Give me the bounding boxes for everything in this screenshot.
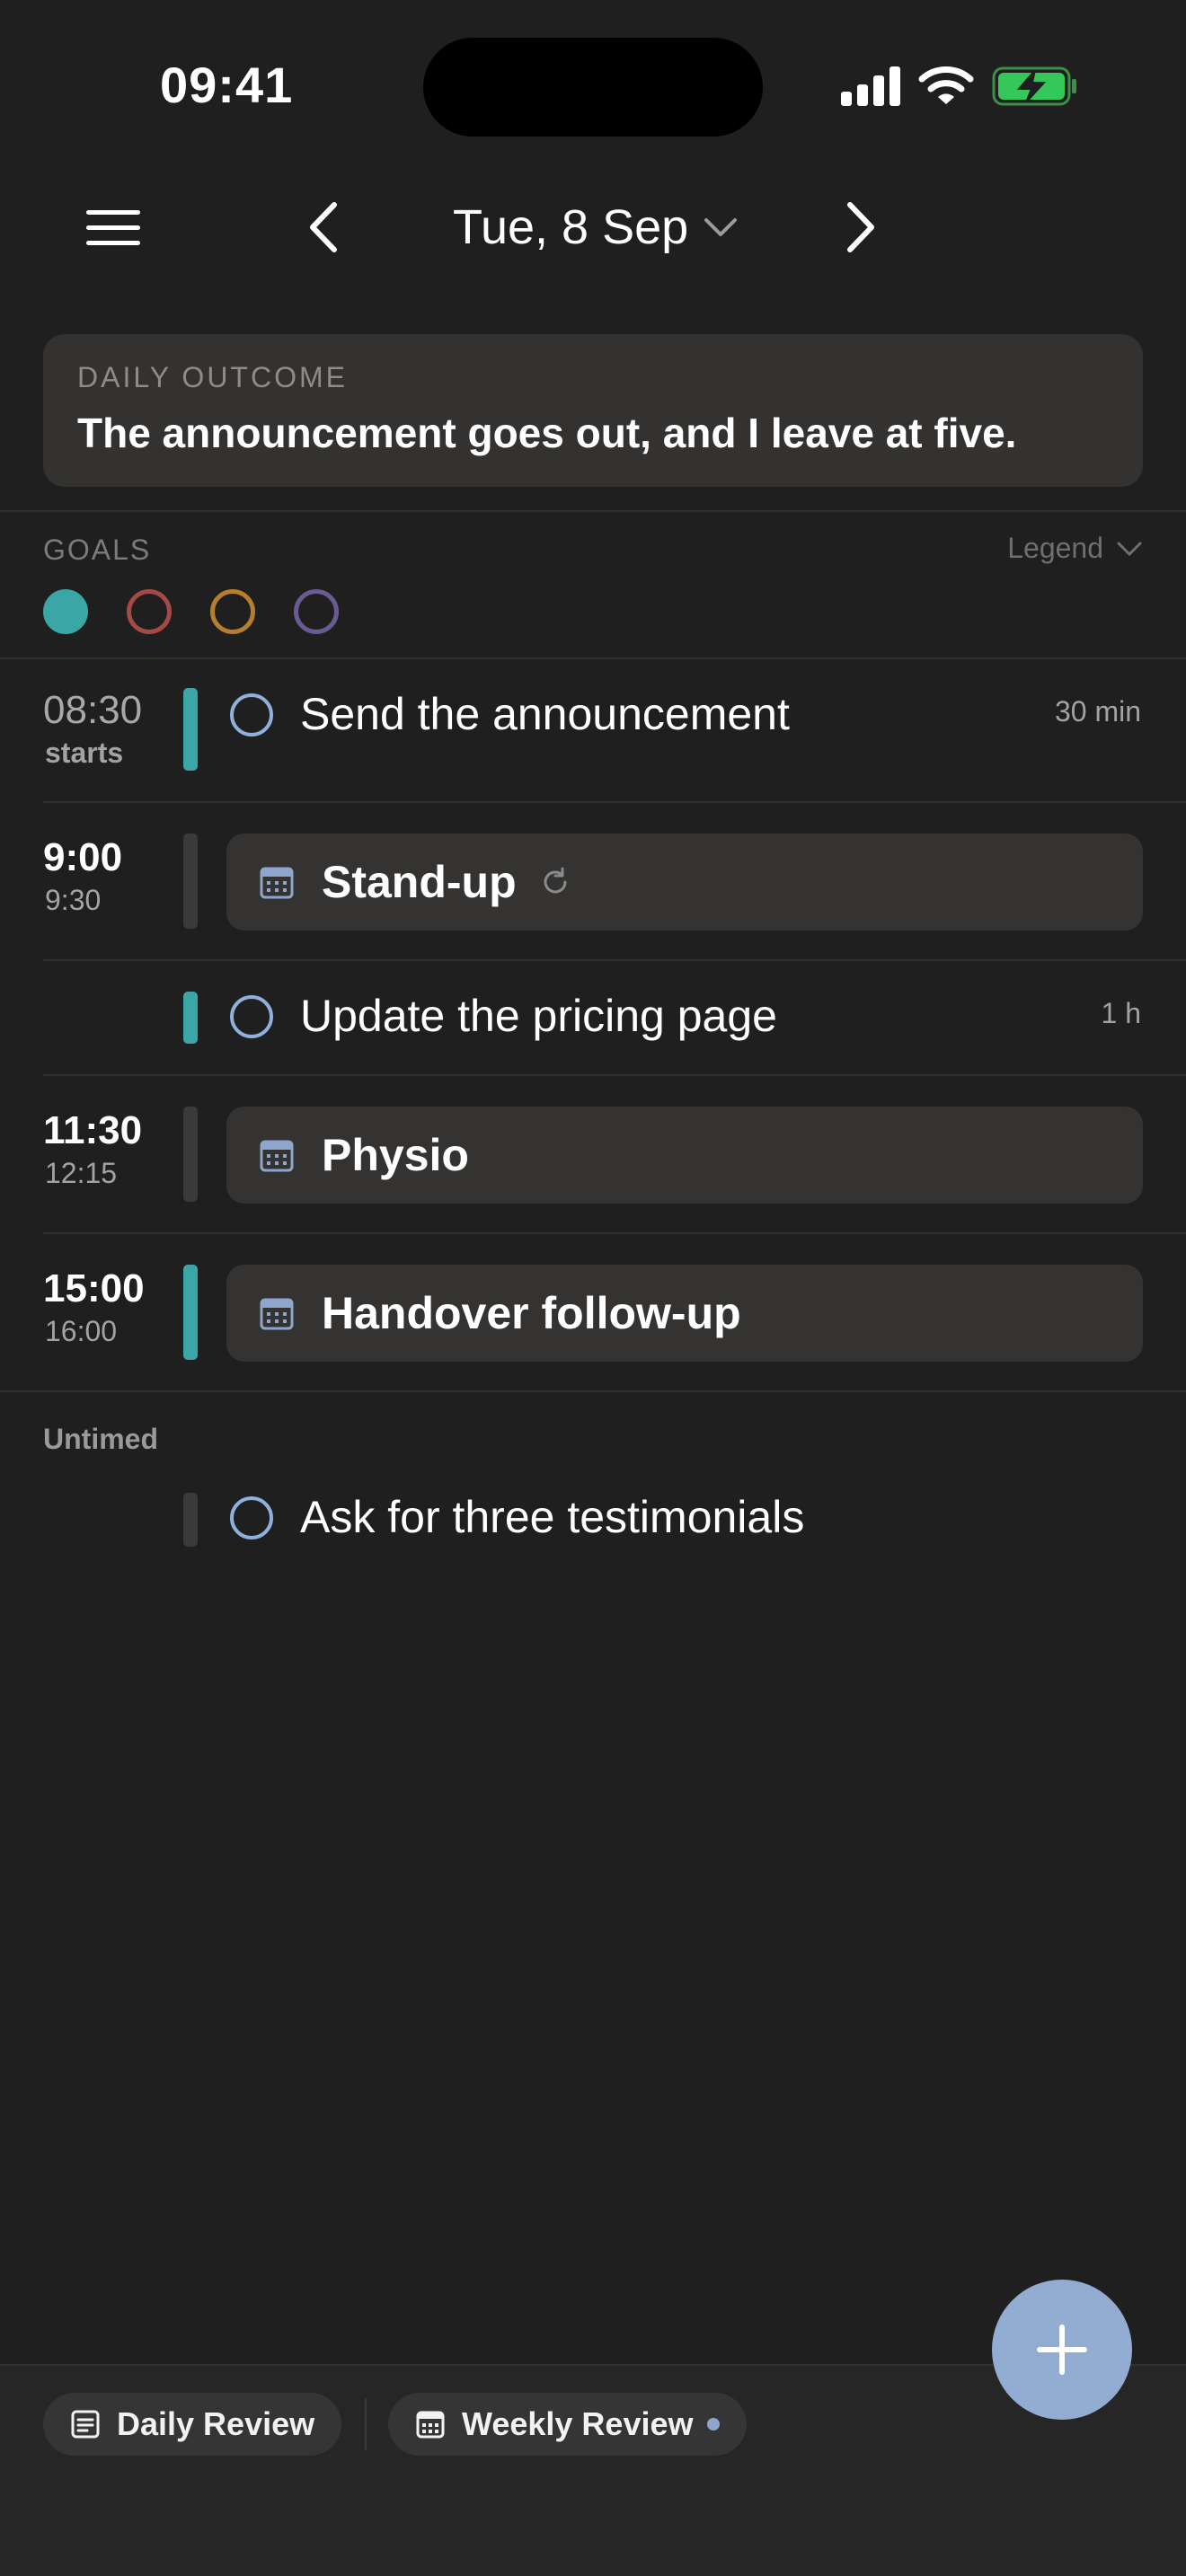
- task-duration: 30 min: [1054, 695, 1141, 728]
- calendar-event-card[interactable]: Physio: [226, 1107, 1143, 1204]
- daily-review-button[interactable]: Daily Review: [43, 2393, 342, 2456]
- calendar-icon: [416, 2411, 445, 2439]
- event-title: Stand-up: [322, 857, 517, 907]
- dynamic-island: [423, 38, 763, 137]
- start-time: 15:00: [43, 1266, 145, 1310]
- cellular-signal-icon: [841, 66, 900, 106]
- date-picker[interactable]: Tue, 8 Sep: [453, 196, 739, 259]
- divider: [43, 1232, 1186, 1234]
- end-time: 12:15: [45, 1157, 118, 1189]
- document-icon: [71, 2410, 100, 2439]
- divider: [43, 959, 1186, 961]
- chevron-down-icon: [1117, 542, 1142, 556]
- daily-outcome-title: DAILY OUTCOME: [77, 361, 348, 393]
- goal-color-bar: [183, 1493, 198, 1547]
- start-time: 9:00: [43, 835, 123, 879]
- goal-dot[interactable]: [127, 589, 172, 634]
- date-label: Tue, 8 Sep: [453, 200, 689, 254]
- next-day-button[interactable]: [839, 199, 884, 255]
- divider: [365, 2398, 367, 2450]
- divider: [0, 657, 1186, 659]
- previous-day-button[interactable]: [300, 199, 345, 255]
- goal-color-bar: [183, 1265, 198, 1360]
- start-time: 11:30: [43, 1108, 143, 1152]
- daily-outcome-card[interactable]: DAILY OUTCOME The announcement goes out,…: [43, 334, 1143, 487]
- legend-toggle[interactable]: Legend: [1007, 532, 1143, 565]
- start-time: 08:30: [43, 688, 143, 732]
- legend-label: Legend: [1007, 532, 1103, 564]
- goal-dot[interactable]: [294, 589, 339, 634]
- weekly-review-label: Weekly Review: [462, 2405, 694, 2442]
- chevron-down-icon: [704, 218, 738, 236]
- wifi-icon: [918, 66, 974, 104]
- untimed-section-label: Untimed: [43, 1423, 158, 1455]
- calendar-icon: [260, 867, 294, 899]
- task-title[interactable]: Ask for three testimonials: [300, 1491, 804, 1543]
- event-title: Physio: [322, 1130, 469, 1180]
- calendar-event-card[interactable]: Stand-up: [226, 834, 1143, 931]
- daily-review-label: Daily Review: [117, 2405, 315, 2442]
- status-time: 09:41: [160, 57, 294, 113]
- battery-charging-icon: [992, 66, 1076, 106]
- calendar-event-card[interactable]: Handover follow-up: [226, 1265, 1143, 1362]
- goal-dot[interactable]: [210, 589, 255, 634]
- goal-color-bar: [183, 992, 198, 1044]
- divider: [43, 1074, 1186, 1076]
- divider: [0, 510, 1186, 512]
- calendar-icon: [260, 1140, 294, 1172]
- weekly-review-button[interactable]: Weekly Review: [388, 2393, 748, 2456]
- goal-color-bar: [183, 1107, 198, 1202]
- goal-dot[interactable]: [43, 589, 88, 634]
- end-time: 16:00: [45, 1315, 118, 1347]
- menu-icon[interactable]: [86, 210, 140, 246]
- task-checkbox[interactable]: [230, 995, 273, 1038]
- goal-color-bar: [183, 834, 198, 929]
- task-title[interactable]: Send the announcement: [300, 688, 790, 740]
- goals-label: GOALS: [43, 534, 152, 566]
- divider: [43, 801, 1186, 803]
- task-duration: 1 h: [1101, 997, 1141, 1029]
- divider: [0, 1390, 1186, 1392]
- task-title[interactable]: Update the pricing page: [300, 990, 777, 1042]
- calendar-icon: [260, 1298, 294, 1330]
- daily-outcome-text: The announcement goes out, and I leave a…: [77, 410, 1017, 456]
- end-time: 9:30: [45, 884, 102, 916]
- event-title: Handover follow-up: [322, 1288, 741, 1338]
- notification-dot: [707, 2418, 721, 2430]
- repeat-icon: [544, 867, 567, 894]
- goal-color-bar: [183, 688, 198, 771]
- time-sub-label: starts: [45, 737, 124, 769]
- add-button[interactable]: [992, 2280, 1132, 2420]
- task-checkbox[interactable]: [230, 693, 273, 737]
- task-checkbox[interactable]: [230, 1496, 273, 1539]
